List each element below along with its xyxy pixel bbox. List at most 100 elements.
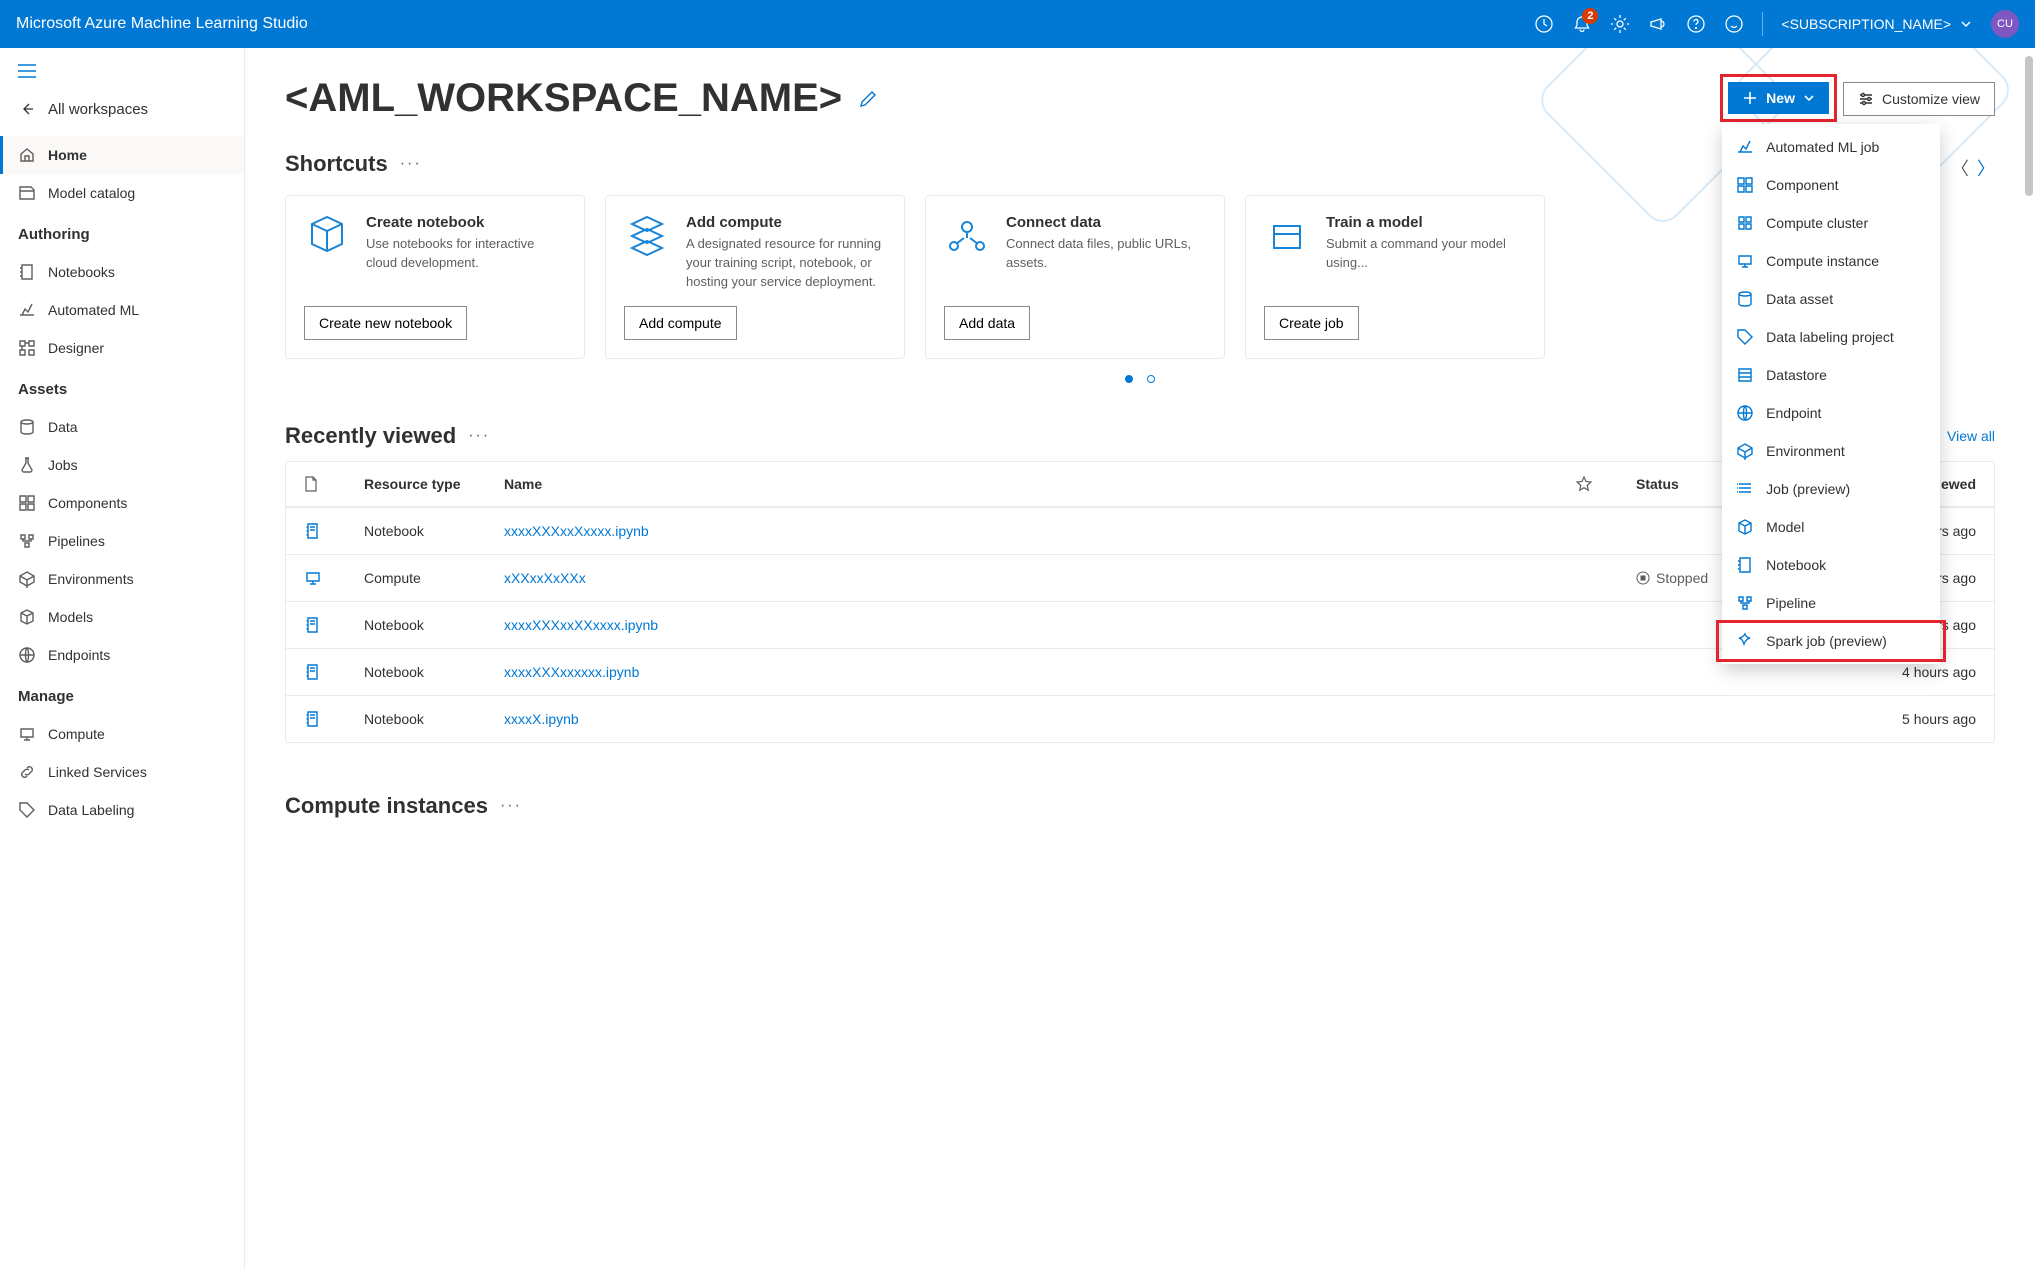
carousel-prev-icon[interactable]: 〈 xyxy=(1951,155,1969,181)
shortcuts-heading: Shortcuts xyxy=(285,151,388,177)
clock-icon[interactable] xyxy=(1534,14,1554,34)
cell-name-link[interactable]: xxxxXXXxxXxxxx.ipynb xyxy=(504,523,1576,539)
carousel-next-icon[interactable]: 〉 xyxy=(1977,155,1995,181)
card-title: Add compute xyxy=(686,214,886,231)
sidebar-item-models[interactable]: Models xyxy=(0,598,244,636)
new-button[interactable]: New xyxy=(1728,82,1829,114)
model-icon xyxy=(18,608,36,626)
environment-icon xyxy=(1736,442,1754,460)
cell-name-link[interactable]: xXXxxXxXXx xyxy=(504,570,1576,586)
dropdown-item-label: Data labeling project xyxy=(1766,329,1894,345)
card-action-button[interactable]: Add data xyxy=(944,306,1030,340)
sidebar-item-linked-services[interactable]: Linked Services xyxy=(0,753,244,791)
cell-name-link[interactable]: xxxxX.ipynb xyxy=(504,711,1576,727)
new-menu-pipeline[interactable]: Pipeline xyxy=(1722,584,1940,622)
card-description: Connect data files, public URLs, assets. xyxy=(1006,235,1206,273)
sidebar-item-label: Data xyxy=(48,419,78,435)
back-label: All workspaces xyxy=(48,101,148,118)
automl-icon xyxy=(18,301,36,319)
notebook-icon xyxy=(304,710,364,728)
new-menu-data-asset[interactable]: Data asset xyxy=(1722,280,1940,318)
flask-icon xyxy=(18,456,36,474)
sidebar-item-notebooks[interactable]: Notebooks xyxy=(0,253,244,291)
gear-icon[interactable] xyxy=(1610,14,1630,34)
sidebar-item-endpoints[interactable]: Endpoints xyxy=(0,636,244,674)
new-menu-data-labeling-project[interactable]: Data labeling project xyxy=(1722,318,1940,356)
dropdown-item-label: Compute cluster xyxy=(1766,215,1868,231)
sidebar-item-environments[interactable]: Environments xyxy=(0,560,244,598)
new-menu-notebook[interactable]: Notebook xyxy=(1722,546,1940,584)
new-menu-automated-ml-job[interactable]: Automated ML job xyxy=(1722,128,1940,166)
sidebar-item-automated-ml[interactable]: Automated ML xyxy=(0,291,244,329)
new-menu-datastore[interactable]: Datastore xyxy=(1722,356,1940,394)
feedback-icon[interactable] xyxy=(1724,14,1744,34)
card-action-button[interactable]: Create job xyxy=(1264,306,1359,340)
hamburger-icon[interactable] xyxy=(0,60,244,90)
sidebar-heading-assets: Assets xyxy=(0,367,244,408)
col-star xyxy=(1576,476,1636,492)
linked-icon xyxy=(18,763,36,781)
notebook-card-icon xyxy=(304,214,350,260)
subscription-picker[interactable]: <SUBSCRIPTION_NAME> xyxy=(1781,16,1973,32)
sidebar-item-label: Data Labeling xyxy=(48,802,134,818)
new-menu-endpoint[interactable]: Endpoint xyxy=(1722,394,1940,432)
sidebar-item-model-catalog[interactable]: Model catalog xyxy=(0,174,244,212)
new-menu-spark-job-preview-[interactable]: Spark job (preview) xyxy=(1722,622,1940,660)
cell-type: Notebook xyxy=(364,617,504,633)
view-all-link[interactable]: View all xyxy=(1947,428,1995,444)
environment-icon xyxy=(18,570,36,588)
more-icon[interactable]: ··· xyxy=(468,427,490,445)
help-icon[interactable] xyxy=(1686,14,1706,34)
sidebar-item-components[interactable]: Components xyxy=(0,484,244,522)
new-menu-job-preview-[interactable]: Job (preview) xyxy=(1722,470,1940,508)
more-icon[interactable]: ··· xyxy=(400,155,422,173)
col-type: Resource type xyxy=(364,476,504,492)
model-icon xyxy=(1736,518,1754,536)
cell-name-link[interactable]: xxxxXXXxxxxxx.ipynb xyxy=(504,664,1576,680)
card-title: Train a model xyxy=(1326,214,1526,231)
sidebar-item-label: Home xyxy=(48,147,87,163)
avatar[interactable]: CU xyxy=(1991,10,2019,38)
sidebar-item-label: Pipelines xyxy=(48,533,105,549)
labeling-icon xyxy=(18,801,36,819)
card-action-button[interactable]: Add compute xyxy=(624,306,737,340)
data-icon xyxy=(18,418,36,436)
sidebar-item-pipelines[interactable]: Pipelines xyxy=(0,522,244,560)
notebook-icon xyxy=(304,663,364,681)
sidebar-item-label: Designer xyxy=(48,340,104,356)
designer-icon xyxy=(18,339,36,357)
new-menu-model[interactable]: Model xyxy=(1722,508,1940,546)
megaphone-icon[interactable] xyxy=(1648,14,1668,34)
customize-label: Customize view xyxy=(1882,91,1980,107)
sidebar-item-home[interactable]: Home xyxy=(0,136,244,174)
pencil-icon[interactable] xyxy=(858,89,878,109)
customize-view-button[interactable]: Customize view xyxy=(1843,82,1995,116)
sidebar-item-jobs[interactable]: Jobs xyxy=(0,446,244,484)
sidebar-item-compute[interactable]: Compute xyxy=(0,715,244,753)
dropdown-item-label: Automated ML job xyxy=(1766,139,1879,155)
arrow-left-icon xyxy=(18,100,36,118)
cell-name-link[interactable]: xxxxXXXxxXXxxxx.ipynb xyxy=(504,617,1576,633)
new-menu-compute-cluster[interactable]: Compute cluster xyxy=(1722,204,1940,242)
card-title: Create notebook xyxy=(366,214,566,231)
shortcut-card-add-compute: Add computeA designated resource for run… xyxy=(605,195,905,359)
sidebar-item-label: Automated ML xyxy=(48,302,139,318)
sidebar-item-label: Components xyxy=(48,495,127,511)
card-action-button[interactable]: Create new notebook xyxy=(304,306,467,340)
dropdown-item-label: Component xyxy=(1766,177,1838,193)
datastore-icon xyxy=(1736,366,1754,384)
sidebar-item-data[interactable]: Data xyxy=(0,408,244,446)
back-all-workspaces[interactable]: All workspaces xyxy=(0,90,244,136)
new-menu-compute-instance[interactable]: Compute instance xyxy=(1722,242,1940,280)
endpoint-icon xyxy=(18,646,36,664)
new-menu-component[interactable]: Component xyxy=(1722,166,1940,204)
carousel-dot-1[interactable] xyxy=(1125,375,1133,383)
more-icon[interactable]: ··· xyxy=(500,797,522,815)
carousel-dot-2[interactable] xyxy=(1147,375,1155,383)
card-description: Submit a command your model using... xyxy=(1326,235,1526,273)
sidebar-item-designer[interactable]: Designer xyxy=(0,329,244,367)
new-menu-environment[interactable]: Environment xyxy=(1722,432,1940,470)
sidebar-item-data-labeling[interactable]: Data Labeling xyxy=(0,791,244,829)
bell-icon[interactable]: 2 xyxy=(1572,14,1592,34)
dropdown-item-label: Environment xyxy=(1766,443,1845,459)
